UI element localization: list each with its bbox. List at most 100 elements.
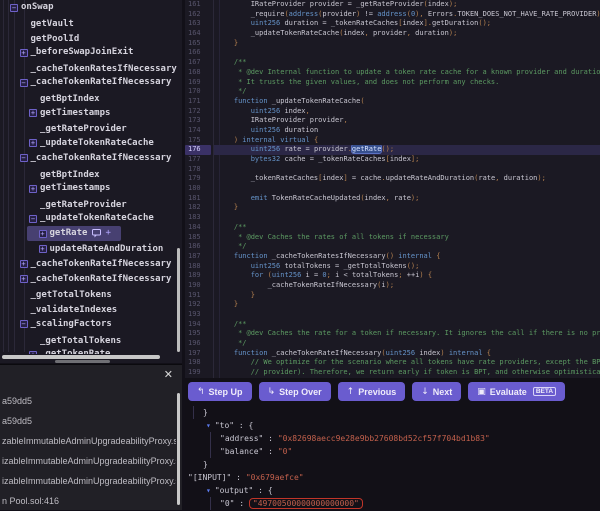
call-tree-row[interactable]: _cacheTokenRatesIfNecessary xyxy=(0,60,178,75)
console-key: : xyxy=(253,486,267,495)
call-tree-row[interactable]: +getTimestamps xyxy=(0,181,178,196)
expand-arrow-icon[interactable]: ▾ xyxy=(206,486,211,495)
line-number: 182 xyxy=(185,203,211,213)
previous-button[interactable]: ↑Previous xyxy=(338,382,406,401)
expander-minus-icon[interactable]: − xyxy=(20,154,28,162)
expander-plus-icon[interactable]: + xyxy=(20,260,28,268)
code-line xyxy=(217,213,600,223)
code-line: } xyxy=(217,291,600,301)
console-row: "0" : "49700500000000000000" xyxy=(185,497,600,510)
previous-icon: ↑ xyxy=(347,387,355,397)
call-tree-row[interactable]: −_cacheTokenRateIfNecessary xyxy=(0,75,178,90)
stack-trace-item[interactable]: zableImmutableAdminUpgradeabilityProxy.s… xyxy=(2,431,176,451)
code-line: */ xyxy=(217,242,600,252)
console-key: { xyxy=(268,486,273,495)
call-tree-label: _cacheTokenRateIfNecessary xyxy=(31,151,172,166)
code-line xyxy=(217,165,600,175)
code-line: * @dev Caches the rate for a token if ne… xyxy=(217,329,600,339)
line-number: 191 xyxy=(185,291,211,301)
stack-trace-item[interactable]: izableImmutableAdminUpgradeabilityProxy.… xyxy=(2,451,176,471)
console-key: } xyxy=(203,460,208,469)
add-comment-icon[interactable]: + xyxy=(105,226,110,241)
stack-trace-item[interactable]: n Pool.sol:416 xyxy=(2,491,176,511)
call-tree-row[interactable]: +_beforeSwapJoinExit xyxy=(0,45,178,60)
call-tree-row[interactable]: _getRateProvider xyxy=(0,196,178,211)
call-tree-row[interactable]: −_cacheTokenRateIfNecessary xyxy=(0,151,178,166)
stack-trace-item[interactable]: a59dd5 xyxy=(2,391,176,411)
tree-vertical-scrollbar[interactable] xyxy=(177,248,180,352)
close-icon[interactable]: ✕ xyxy=(164,368,173,381)
console-row: } xyxy=(185,458,600,471)
call-tree-row[interactable]: _getTotalTokens xyxy=(0,287,178,302)
stack-trace-item[interactable]: a59dd5 xyxy=(2,411,176,431)
line-number: 197 xyxy=(185,349,211,359)
console-indent-guide xyxy=(210,497,211,510)
expander-minus-icon[interactable]: − xyxy=(20,79,28,87)
line-number: 177 xyxy=(185,155,211,165)
call-tree-row[interactable]: +getRate+ xyxy=(0,226,178,241)
call-tree-row[interactable]: +_updateTokenRateCache xyxy=(0,136,178,151)
call-tree-row[interactable]: _getRateProvider xyxy=(0,121,178,136)
call-tree-label: getTimestamps xyxy=(40,106,110,121)
call-tree: −onSwapgetVaultgetPoolId+_beforeSwapJoin… xyxy=(0,0,178,354)
console-key: "to" xyxy=(215,421,234,430)
code-line: IRateProvider provider, xyxy=(217,116,600,126)
console-key: "address" xyxy=(220,434,263,443)
line-number: 173 xyxy=(185,116,211,126)
expander-plus-icon[interactable]: + xyxy=(20,275,28,283)
call-tree-row[interactable]: +_cacheTokenRateIfNecessary xyxy=(0,272,178,287)
console-row: "balance" : "0" xyxy=(185,445,600,458)
call-tree-label: _cacheTokenRateIfNecessary xyxy=(31,272,172,287)
expander-plus-icon[interactable]: + xyxy=(29,109,37,117)
expander-plus-icon[interactable]: + xyxy=(39,245,47,253)
call-tree-label: _beforeSwapJoinExit xyxy=(31,45,134,60)
next-button[interactable]: ↓Next xyxy=(412,382,461,401)
expand-arrow-icon[interactable]: ▾ xyxy=(206,421,211,430)
line-number: 167 xyxy=(185,58,211,68)
evaluate-button[interactable]: ▣EvaluateBETA xyxy=(468,382,565,401)
step-up-button[interactable]: ↰Step Up xyxy=(188,382,252,401)
step-over-button[interactable]: ↳Step Over xyxy=(259,382,331,401)
call-tree-row[interactable]: +getTimestamps xyxy=(0,106,178,121)
code-line: // provider). Therefore, we return early… xyxy=(217,368,600,378)
call-tree-row[interactable]: _getTotalTokens xyxy=(0,332,178,347)
panel-resize-handle[interactable] xyxy=(55,360,110,363)
console-key: "output" xyxy=(215,486,254,495)
call-tree-row[interactable]: getVault xyxy=(0,15,178,30)
stack-vertical-scrollbar[interactable] xyxy=(177,393,180,505)
tree-horizontal-scrollbar[interactable] xyxy=(2,355,160,359)
call-tree-row[interactable]: −_scalingFactors xyxy=(0,317,178,332)
call-tree-row[interactable]: getPoolId xyxy=(0,30,178,45)
call-tree-row[interactable]: +_cacheTokenRateIfNecessary xyxy=(0,257,178,272)
console-key: : xyxy=(234,421,248,430)
comment-icon[interactable] xyxy=(92,229,101,238)
call-tree-row[interactable]: −_updateTokenRateCache xyxy=(0,211,178,226)
console-row: ▾"to" : { xyxy=(185,419,600,432)
line-number: 183 xyxy=(185,213,211,223)
expander-plus-icon[interactable]: + xyxy=(29,139,37,147)
call-tree-row[interactable]: getBptIndex xyxy=(0,166,178,181)
expander-minus-icon[interactable]: − xyxy=(10,4,18,12)
call-tree-row[interactable]: _validateIndexes xyxy=(0,302,178,317)
expander-minus-icon[interactable]: − xyxy=(20,320,28,328)
code-line: for (uint256 i = 0; i < totalTokens; ++i… xyxy=(217,271,600,281)
call-tree-row[interactable]: +updateRateAndDuration xyxy=(0,242,178,257)
console-key: "[INPUT]" xyxy=(188,473,231,482)
call-tree-row[interactable]: +_getTokenRate xyxy=(0,347,178,354)
expander-plus-icon[interactable]: + xyxy=(29,185,37,193)
code-line: emit TokenRateCacheUpdated(index, rate); xyxy=(217,194,600,204)
code-lines: IRateProvider provider = _getRateProvide… xyxy=(217,0,600,378)
call-tree-row[interactable]: getBptIndex xyxy=(0,91,178,106)
line-number: 175 xyxy=(185,136,211,146)
line-number: 199 xyxy=(185,368,211,378)
expander-plus-icon[interactable]: + xyxy=(39,230,47,238)
console-key: : xyxy=(263,434,277,443)
expander-minus-icon[interactable]: − xyxy=(29,215,37,223)
expander-plus-icon[interactable]: + xyxy=(29,351,37,354)
expander-plus-icon[interactable]: + xyxy=(20,49,28,57)
stack-trace-item[interactable]: izableImmutableAdminUpgradeabilityProxy.… xyxy=(2,471,176,491)
button-label: Next xyxy=(433,387,453,397)
call-tree-row[interactable]: −onSwap xyxy=(0,0,178,15)
line-number: 168 xyxy=(185,68,211,78)
code-line xyxy=(217,48,600,58)
